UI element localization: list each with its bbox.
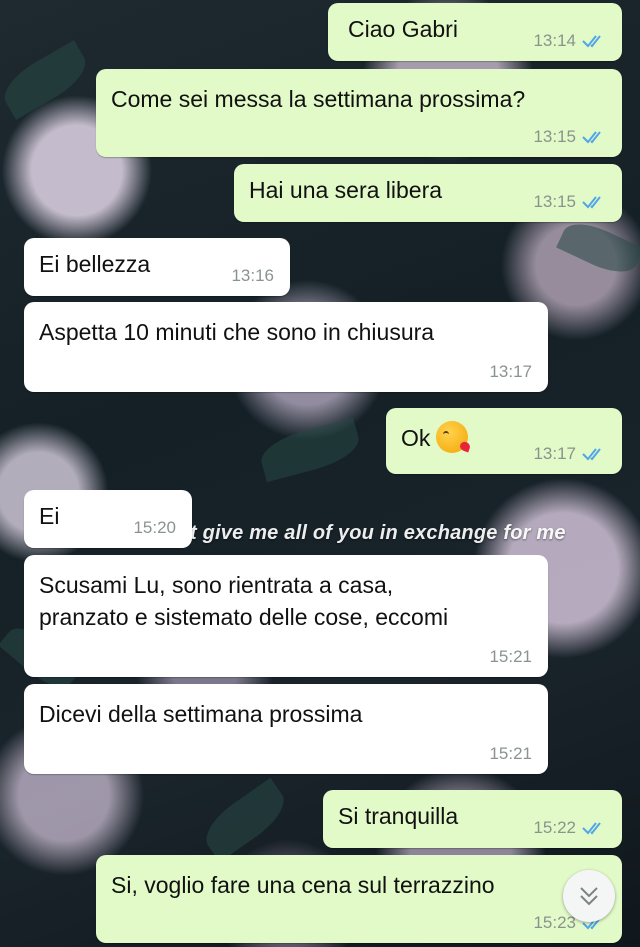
double-check-icon: [582, 822, 601, 835]
message-time: 13:14: [533, 31, 576, 50]
message-bubble-outgoing[interactable]: Si tranquilla 15:22: [323, 790, 622, 848]
message-bubble-outgoing[interactable]: Si, voglio fare una cena sul terrazzino …: [96, 855, 622, 943]
message-time: 15:22: [533, 818, 576, 837]
background-leaf: [556, 214, 640, 282]
message-time: 13:15: [533, 192, 576, 211]
message-text: Dicevi della settimana prossima: [39, 701, 363, 727]
message-meta: 13:17: [533, 444, 608, 464]
message-text: Scusami Lu, sono rientrata a casa, pranz…: [39, 572, 449, 630]
message-text: Si tranquilla: [338, 803, 459, 829]
message-text: Ok: [401, 420, 469, 456]
background-leaf: [256, 417, 364, 483]
message-bubble-outgoing[interactable]: Come sei messa la settimana prossima? 13…: [96, 69, 622, 157]
double-check-icon: [582, 131, 601, 144]
message-meta: 15:22: [533, 818, 608, 838]
kissing-face-emoji: [436, 420, 469, 453]
message-meta: 13:15: [533, 127, 608, 147]
message-time: 13:17: [533, 444, 576, 463]
message-text: Come sei messa la settimana prossima?: [111, 86, 526, 112]
message-meta: 13:14: [533, 31, 608, 51]
message-bubble-incoming[interactable]: Aspetta 10 minuti che sono in chiusura 1…: [24, 302, 548, 392]
message-bubble-outgoing[interactable]: Ok 13:17: [386, 408, 622, 474]
message-text: Ei bellezza: [39, 251, 151, 277]
message-bubble-incoming[interactable]: Ei 15:20: [24, 490, 192, 548]
scroll-to-bottom-button[interactable]: [563, 870, 615, 922]
message-time: 15:20: [133, 518, 176, 537]
message-time: 15:21: [489, 647, 532, 666]
message-time: 15:21: [489, 744, 532, 763]
message-text: Hai una sera libera: [249, 177, 443, 203]
message-text-label: Ok: [401, 425, 431, 451]
chevron-double-down-icon: [580, 887, 598, 906]
background-leaf: [196, 777, 294, 863]
message-meta: 13:15: [533, 192, 608, 212]
message-text: Ei: [39, 503, 60, 529]
message-bubble-outgoing[interactable]: Ciao Gabri 13:14: [328, 3, 622, 61]
message-bubble-incoming[interactable]: Scusami Lu, sono rientrata a casa, pranz…: [24, 555, 548, 677]
message-time: 13:17: [489, 362, 532, 381]
message-text: Aspetta 10 minuti che sono in chiusura: [39, 319, 435, 345]
message-time: 15:23: [533, 913, 576, 932]
background-leaf: [0, 40, 94, 120]
message-time: 13:15: [533, 127, 576, 146]
double-check-icon: [582, 448, 601, 461]
message-time: 13:16: [231, 266, 274, 285]
double-check-icon: [582, 196, 601, 209]
message-bubble-outgoing[interactable]: Hai una sera libera 13:15: [234, 164, 622, 222]
wallpaper-caption: t give me all of you in exchange for me: [190, 522, 566, 544]
double-check-icon: [582, 35, 601, 48]
message-bubble-incoming[interactable]: Dicevi della settimana prossima 15:21: [24, 684, 548, 774]
message-bubble-incoming[interactable]: Ei bellezza 13:16: [24, 238, 290, 296]
message-text: Si, voglio fare una cena sul terrazzino: [111, 872, 495, 898]
message-text: Ciao Gabri: [348, 16, 458, 42]
